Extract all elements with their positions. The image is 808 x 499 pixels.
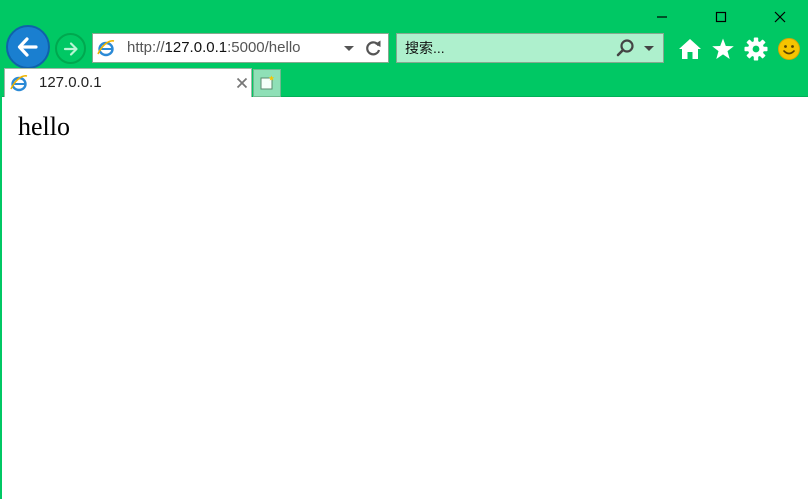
url-host: 127.0.0.1 xyxy=(164,39,228,56)
back-button[interactable] xyxy=(6,25,50,69)
search-icon[interactable] xyxy=(615,38,635,58)
new-tab-icon xyxy=(260,75,275,90)
minimize-button[interactable] xyxy=(639,2,685,32)
tab-title: 127.0.0.1 xyxy=(39,74,102,91)
feedback-button[interactable] xyxy=(776,36,802,62)
tab-close-button[interactable] xyxy=(232,73,252,93)
forward-arrow-icon xyxy=(63,41,78,56)
maximize-icon xyxy=(715,11,727,23)
tab-active[interactable]: 127.0.0.1 xyxy=(4,68,252,97)
back-arrow-icon xyxy=(17,37,38,57)
url-path: :5000/hello xyxy=(227,39,301,56)
ie-logo-icon xyxy=(97,40,115,57)
browser-chrome: http://127.0.0.1:5000/hello 搜索... 127.0.… xyxy=(2,0,808,97)
tools-button[interactable] xyxy=(743,36,769,62)
forward-button[interactable] xyxy=(55,33,86,64)
page-content: hello xyxy=(4,97,808,499)
close-icon xyxy=(236,77,248,89)
home-icon xyxy=(679,39,701,59)
new-tab-button[interactable] xyxy=(253,69,281,97)
search-input[interactable]: 搜索... xyxy=(405,34,445,62)
browser-window: http://127.0.0.1:5000/hello 搜索... 127.0.… xyxy=(0,0,808,499)
smiley-icon xyxy=(778,38,800,60)
refresh-icon[interactable] xyxy=(363,38,383,58)
page-body-text: hello xyxy=(18,112,70,141)
maximize-button[interactable] xyxy=(698,2,744,32)
home-button[interactable] xyxy=(677,36,703,62)
minimize-icon xyxy=(657,16,667,18)
chevron-down-icon[interactable] xyxy=(643,42,655,54)
star-icon xyxy=(712,38,734,59)
favorites-button[interactable] xyxy=(710,36,736,62)
search-box[interactable]: 搜索... xyxy=(396,33,664,63)
url-scheme: http:// xyxy=(127,39,165,56)
address-url[interactable]: http://127.0.0.1:5000/hello xyxy=(127,34,301,62)
close-button[interactable] xyxy=(757,2,803,32)
chevron-down-icon[interactable] xyxy=(343,41,355,55)
address-bar[interactable]: http://127.0.0.1:5000/hello xyxy=(92,33,389,63)
gear-icon xyxy=(744,37,768,61)
close-icon xyxy=(774,11,786,23)
ie-logo-icon xyxy=(10,75,28,92)
